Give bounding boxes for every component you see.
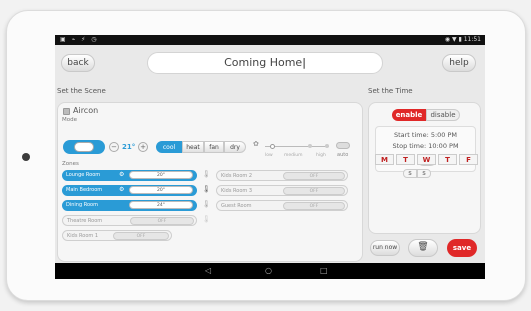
zone-dining-room[interactable]: Dining Room 24° <box>62 200 197 211</box>
app-area: back Coming Home| help Set the Scene Air… <box>55 45 485 263</box>
fan-speed-thumb[interactable] <box>270 144 275 149</box>
zone-temp: OFF <box>157 219 167 224</box>
zone-theatre-room[interactable]: Theatre Room OFF <box>62 215 197 226</box>
start-time: Start time: 5:00 PM <box>393 131 458 139</box>
zone-settings-icon[interactable]: ⚙ <box>119 185 124 195</box>
help-button[interactable]: help <box>442 54 476 72</box>
mode-cool-button[interactable]: cool <box>156 141 182 153</box>
nav-back-icon[interactable]: ◁ <box>205 266 211 275</box>
zone-kids-room-1[interactable]: Kids Room 1 OFF <box>62 230 172 241</box>
zone-name: Theatre Room <box>67 218 103 224</box>
zone-temp-control[interactable]: OFF <box>283 172 345 180</box>
status-bar: ▣ ⌁ ⚡ ◷ ◉ ▼ ▮ 11:51 <box>55 35 485 45</box>
zone-temp-control[interactable]: 20° <box>129 171 193 179</box>
zone-kids-room-2[interactable]: Kids Room 2 OFF <box>216 170 348 181</box>
disable-button[interactable]: disable <box>426 109 460 121</box>
zone-name: Kids Room 3 <box>221 188 253 194</box>
power-toggle[interactable] <box>63 140 105 154</box>
fan-auto-label: auto <box>337 152 349 158</box>
fan-high-label: high <box>316 153 326 158</box>
scene-name-text: Coming Home <box>224 56 303 69</box>
android-navbar: ◁ ○ □ <box>55 263 485 279</box>
temperature-value: 21° <box>122 143 136 151</box>
thermometer-icon: 🌡 <box>202 170 211 178</box>
zone-lounge-room[interactable]: Lounge Room ⚙ 20° <box>62 170 197 181</box>
day-monday[interactable]: M <box>375 154 394 165</box>
trash-icon: 🗑 <box>417 242 429 252</box>
camera-icon <box>22 153 30 161</box>
thermometer-icon: 🌡 <box>202 215 211 223</box>
zone-name: Lounge Room <box>66 172 101 178</box>
zone-guest-room[interactable]: Guest Room OFF <box>216 200 348 211</box>
scene-panel: Aircon Mode − 21° + cool heat fan dry ✿ <box>57 102 363 262</box>
zone-temp: OFF <box>136 234 146 239</box>
scene-name-input[interactable]: Coming Home| <box>147 52 383 74</box>
fan-medium-label: medium <box>284 153 303 158</box>
nav-recent-icon[interactable]: □ <box>320 266 328 275</box>
zone-name: Main Bedroom <box>66 187 103 193</box>
fan-low-label: low <box>265 153 273 158</box>
fan-speed-stop <box>308 144 312 148</box>
mode-dry-button[interactable]: dry <box>224 141 246 153</box>
mode-fan-button[interactable]: fan <box>204 141 224 153</box>
delete-button[interactable]: 🗑 <box>408 239 438 257</box>
device-name: Aircon <box>73 106 99 115</box>
day-tuesday[interactable]: T <box>396 154 415 165</box>
mode-heat-button[interactable]: heat <box>182 141 204 153</box>
fan-auto-toggle[interactable] <box>336 142 350 149</box>
save-button[interactable]: save <box>447 239 477 257</box>
back-button[interactable]: back <box>61 54 95 72</box>
temp-plus-button[interactable]: + <box>138 142 148 152</box>
thermometer-icon: 🌡 <box>202 200 211 208</box>
page: ▣ ⌁ ⚡ ◷ ◉ ▼ ▮ 11:51 back Coming Home| he… <box>0 0 531 311</box>
status-time: ◉ ▼ ▮ 11:51 <box>444 36 481 43</box>
day-thursday[interactable]: T <box>438 154 457 165</box>
zone-settings-icon[interactable]: ⚙ <box>119 170 124 180</box>
zone-temp: 20° <box>157 188 165 193</box>
zone-temp-control[interactable]: OFF <box>283 202 345 210</box>
zone-temp: OFF <box>309 174 319 179</box>
temp-minus-button[interactable]: − <box>109 142 119 152</box>
zone-temp-control[interactable]: 20° <box>129 186 193 194</box>
stop-time: Stop time: 10:00 PM <box>392 142 459 150</box>
screen: ▣ ⌁ ⚡ ◷ ◉ ▼ ▮ 11:51 back Coming Home| he… <box>55 35 485 279</box>
zone-temp-control[interactable]: OFF <box>130 217 194 225</box>
set-time-label: Set the Time <box>368 87 413 95</box>
time-panel: enable disable Start time: 5:00 PM Stop … <box>368 102 481 234</box>
zone-temp: OFF <box>309 204 319 209</box>
day-sunday[interactable]: S <box>417 169 431 178</box>
fan-icon: ✿ <box>253 140 259 148</box>
day-friday[interactable]: F <box>459 154 478 165</box>
fan-speed-stop <box>325 144 329 148</box>
aircon-checkbox[interactable] <box>63 108 70 115</box>
zone-temp: 24° <box>157 203 165 208</box>
thermometer-icon: 🌡 <box>202 185 211 193</box>
toggle-knob <box>74 142 94 152</box>
nav-home-icon[interactable]: ○ <box>265 266 272 275</box>
zone-temp: 20° <box>157 173 165 178</box>
run-now-button[interactable]: run now <box>370 240 400 256</box>
zone-name: Guest Room <box>221 203 252 209</box>
zones-label: Zones <box>62 161 79 167</box>
enable-button[interactable]: enable <box>392 109 426 121</box>
mode-label: Mode <box>62 117 77 123</box>
zone-kids-room-3[interactable]: Kids Room 3 OFF <box>216 185 348 196</box>
day-wednesday[interactable]: W <box>417 154 436 165</box>
set-scene-label: Set the Scene <box>57 87 106 95</box>
zone-temp-control[interactable]: OFF <box>113 232 169 240</box>
zone-temp-control[interactable]: OFF <box>283 187 345 195</box>
zone-name: Kids Room 1 <box>67 233 99 239</box>
zone-temp: OFF <box>309 189 319 194</box>
zone-name: Dining Room <box>66 202 98 208</box>
zone-temp-control[interactable]: 24° <box>129 201 193 209</box>
status-icons-left: ▣ ⌁ ⚡ ◷ <box>60 36 99 43</box>
day-saturday[interactable]: S <box>403 169 417 178</box>
time-box: Start time: 5:00 PM Stop time: 10:00 PM … <box>375 126 476 172</box>
zone-name: Kids Room 2 <box>221 173 253 179</box>
zone-main-bedroom[interactable]: Main Bedroom ⚙ 20° <box>62 185 197 196</box>
